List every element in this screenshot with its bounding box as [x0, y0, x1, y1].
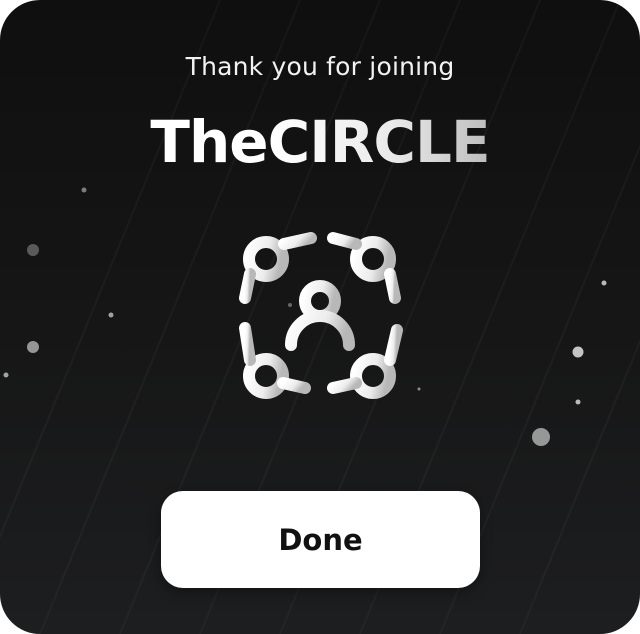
welcome-dialog: Thank you for joining TheCIRCLE Done: [0, 0, 640, 634]
sparkle-dot: [532, 428, 550, 446]
brand-name-part2: CIRCLE: [267, 108, 491, 176]
sparkle-dot: [575, 399, 581, 405]
sparkle-dot: [108, 312, 114, 318]
community-circle-icon: [239, 232, 403, 399]
brand-name-part1: The: [150, 108, 268, 176]
sparkle-dot: [81, 187, 87, 193]
brand-name: TheCIRCLE: [0, 106, 640, 178]
sparkle-dot: [417, 387, 421, 391]
sparkle-dot: [601, 280, 607, 286]
thank-you-message: Thank you for joining: [185, 52, 455, 81]
sparkle-dot: [27, 244, 39, 256]
done-button[interactable]: Done: [161, 491, 480, 588]
sparkle-dot: [27, 341, 39, 353]
sparkle-dot: [3, 372, 9, 378]
sparkle-dot: [572, 346, 584, 358]
